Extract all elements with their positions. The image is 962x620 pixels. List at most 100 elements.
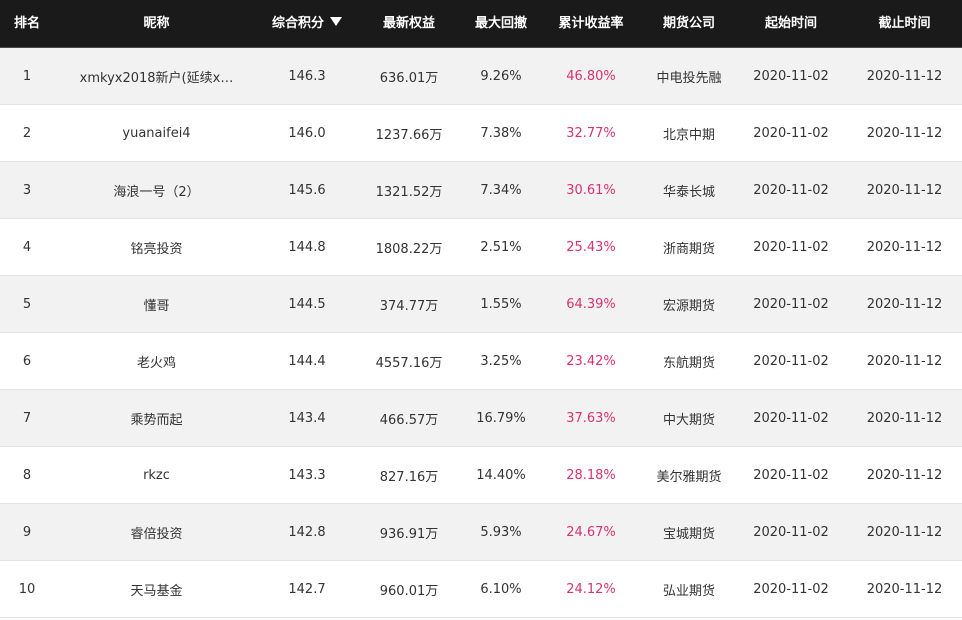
end-time-cell: 2020-11-12 bbox=[866, 125, 943, 141]
table-row[interactable]: 4 铭亮投资 144.8 1808.22万 2.51% 25.43% 浙商期货 … bbox=[0, 219, 962, 276]
equity-cell: 374.77万 bbox=[379, 298, 439, 314]
header-score-sort[interactable]: 综合积分 bbox=[259, 0, 355, 47]
start-time-cell: 2020-11-02 bbox=[753, 68, 829, 84]
rank-cell: 1 bbox=[22, 68, 32, 84]
table-row[interactable]: 8 rkzc 143.3 827.16万 14.40% 28.18% 美尔雅期货… bbox=[0, 447, 962, 504]
score-cell: 142.7 bbox=[288, 581, 326, 597]
start-time-cell: 2020-11-02 bbox=[753, 182, 829, 198]
end-time-cell: 2020-11-12 bbox=[866, 467, 943, 483]
rank-cell: 4 bbox=[22, 239, 32, 255]
rank-cell: 6 bbox=[22, 353, 32, 369]
rank-cell: 7 bbox=[22, 410, 32, 426]
equity-cell: 1808.22万 bbox=[375, 241, 443, 257]
broker-cell: 弘业期货 bbox=[662, 583, 715, 599]
rank-cell: 3 bbox=[22, 182, 32, 198]
nickname-link[interactable]: 乘势而起 bbox=[54, 409, 259, 428]
table-row[interactable]: 1 xmkyx2018新户(延续x… 146.3 636.01万 9.26% 4… bbox=[0, 48, 962, 105]
score-cell: 143.4 bbox=[288, 410, 326, 426]
cumulative-return-cell: 46.80% bbox=[566, 68, 616, 84]
nickname-link[interactable]: 老火鸡 bbox=[54, 352, 259, 371]
max-drawdown-cell: 1.55% bbox=[480, 296, 522, 312]
broker-cell: 中电投先融 bbox=[656, 70, 722, 86]
cumulative-return-cell: 24.12% bbox=[566, 581, 616, 597]
broker-cell: 东航期货 bbox=[662, 355, 715, 371]
header-end-time: 截止时间 bbox=[878, 16, 931, 31]
nickname-link[interactable]: xmkyx2018新户(延续x… bbox=[54, 67, 259, 86]
header-max-drawdown: 最大回撤 bbox=[474, 16, 527, 31]
cumulative-return-cell: 32.77% bbox=[566, 125, 616, 141]
end-time-cell: 2020-11-12 bbox=[866, 353, 943, 369]
broker-cell: 浙商期货 bbox=[662, 241, 715, 257]
end-time-cell: 2020-11-12 bbox=[866, 296, 943, 312]
score-cell: 144.4 bbox=[288, 353, 326, 369]
header-rank: 排名 bbox=[13, 16, 40, 31]
rank-cell: 2 bbox=[22, 125, 32, 141]
equity-cell: 1237.66万 bbox=[375, 127, 443, 143]
max-drawdown-cell: 9.26% bbox=[480, 68, 522, 84]
nickname-link[interactable]: 铭亮投资 bbox=[54, 238, 259, 257]
broker-cell: 宝城期货 bbox=[662, 526, 715, 542]
start-time-cell: 2020-11-02 bbox=[753, 467, 829, 483]
table-row[interactable]: 9 睿倍投资 142.8 936.91万 5.93% 24.67% 宝城期货 2… bbox=[0, 504, 962, 561]
score-cell: 146.3 bbox=[288, 68, 326, 84]
cumulative-return-cell: 37.63% bbox=[566, 410, 616, 426]
equity-cell: 960.01万 bbox=[379, 583, 439, 599]
rank-cell: 8 bbox=[22, 467, 32, 483]
header-equity: 最新权益 bbox=[382, 16, 435, 31]
header-cumulative-return: 累计收益率 bbox=[558, 16, 624, 31]
max-drawdown-cell: 3.25% bbox=[480, 353, 522, 369]
rank-cell: 9 bbox=[22, 524, 32, 540]
header-nickname: 昵称 bbox=[143, 16, 170, 31]
start-time-cell: 2020-11-02 bbox=[753, 524, 829, 540]
cumulative-return-cell: 28.18% bbox=[566, 467, 616, 483]
equity-cell: 936.91万 bbox=[379, 526, 439, 542]
score-cell: 146.0 bbox=[288, 125, 326, 141]
table-header: 排名 昵称 综合积分 最新权益 最大回撤 累计收益率 期货公司 起始时间 截止时… bbox=[0, 0, 962, 48]
score-cell: 144.8 bbox=[288, 239, 326, 255]
end-time-cell: 2020-11-12 bbox=[866, 524, 943, 540]
sort-descending-icon[interactable] bbox=[330, 17, 342, 26]
table-body: 1 xmkyx2018新户(延续x… 146.3 636.01万 9.26% 4… bbox=[0, 48, 962, 618]
broker-cell: 宏源期货 bbox=[662, 298, 715, 314]
start-time-cell: 2020-11-02 bbox=[753, 125, 829, 141]
header-score-label: 综合积分 bbox=[271, 16, 324, 31]
ranking-table: 排名 昵称 综合积分 最新权益 最大回撤 累计收益率 期货公司 起始时间 截止时… bbox=[0, 0, 962, 620]
table-row[interactable]: 10 天马基金 142.7 960.01万 6.10% 24.12% 弘业期货 … bbox=[0, 561, 962, 618]
equity-cell: 827.16万 bbox=[379, 469, 439, 485]
cumulative-return-cell: 24.67% bbox=[566, 524, 616, 540]
start-time-cell: 2020-11-02 bbox=[753, 296, 829, 312]
broker-cell: 北京中期 bbox=[662, 127, 715, 143]
nickname-link[interactable]: 海浪一号（2） bbox=[54, 181, 259, 200]
max-drawdown-cell: 7.38% bbox=[480, 125, 522, 141]
rank-cell: 10 bbox=[18, 581, 36, 597]
nickname-link[interactable]: 懂哥 bbox=[54, 295, 259, 314]
equity-cell: 466.57万 bbox=[379, 412, 439, 428]
equity-cell: 1321.52万 bbox=[375, 184, 443, 200]
table-row[interactable]: 5 懂哥 144.5 374.77万 1.55% 64.39% 宏源期货 202… bbox=[0, 276, 962, 333]
cumulative-return-cell: 25.43% bbox=[566, 239, 616, 255]
nickname-link[interactable]: 睿倍投资 bbox=[54, 523, 259, 542]
start-time-cell: 2020-11-02 bbox=[753, 581, 829, 597]
end-time-cell: 2020-11-12 bbox=[866, 239, 943, 255]
table-row[interactable]: 2 yuanaifei4 146.0 1237.66万 7.38% 32.77%… bbox=[0, 105, 962, 162]
max-drawdown-cell: 5.93% bbox=[480, 524, 522, 540]
start-time-cell: 2020-11-02 bbox=[753, 239, 829, 255]
table-row[interactable]: 7 乘势而起 143.4 466.57万 16.79% 37.63% 中大期货 … bbox=[0, 390, 962, 447]
end-time-cell: 2020-11-12 bbox=[866, 410, 943, 426]
nickname-link[interactable]: 天马基金 bbox=[54, 580, 259, 599]
score-cell: 143.3 bbox=[288, 467, 326, 483]
score-cell: 144.5 bbox=[288, 296, 326, 312]
nickname-link[interactable]: rkzc bbox=[54, 468, 259, 483]
cumulative-return-cell: 30.61% bbox=[566, 182, 616, 198]
score-cell: 142.8 bbox=[288, 524, 326, 540]
broker-cell: 华泰长城 bbox=[662, 184, 715, 200]
table-row[interactable]: 6 老火鸡 144.4 4557.16万 3.25% 23.42% 东航期货 2… bbox=[0, 333, 962, 390]
nickname-link[interactable]: yuanaifei4 bbox=[54, 126, 259, 141]
equity-cell: 4557.16万 bbox=[375, 355, 443, 371]
cumulative-return-cell: 23.42% bbox=[566, 353, 616, 369]
end-time-cell: 2020-11-12 bbox=[866, 581, 943, 597]
end-time-cell: 2020-11-12 bbox=[866, 182, 943, 198]
table-row[interactable]: 3 海浪一号（2） 145.6 1321.52万 7.34% 30.61% 华泰… bbox=[0, 162, 962, 219]
cumulative-return-cell: 64.39% bbox=[566, 296, 616, 312]
broker-cell: 美尔雅期货 bbox=[656, 469, 722, 485]
